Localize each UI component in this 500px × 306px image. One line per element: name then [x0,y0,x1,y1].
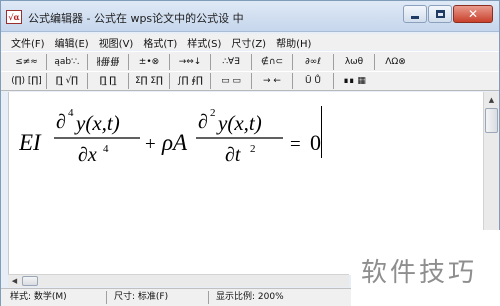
eq-den2-power: 2 [250,143,256,155]
eq-num1-power: 4 [68,107,74,119]
minimize-button[interactable] [403,5,427,23]
maximize-button[interactable] [428,5,452,23]
status-size: 尺寸: 标准(F) [111,291,209,304]
eq-den1-power: 4 [103,143,109,155]
eq-num2-power: 2 [210,107,216,119]
operator-symbols-palette[interactable]: ±•⊗ [129,53,170,70]
status-style: 样式: 数学(M) [7,291,107,304]
horizontal-scrollbar[interactable]: ◀ [8,274,349,287]
scroll-up-arrow-icon[interactable]: ▲ [484,92,499,107]
eq-partial-num1: ∂ [56,111,66,133]
eq-den1-var: ∂x [78,144,97,166]
equation-editor-app-icon[interactable]: √α [6,10,22,24]
scroll-left-arrow-icon[interactable]: ◀ [8,275,21,287]
equation-display: EI ∂ 4 y(x,t) ∂x 4 + ρA ∂ 2 y(x,t) ∂t 2 … [19,107,321,166]
embellishments-palette[interactable]: ∦∰∰ [88,53,129,70]
eq-rho-a: ρA [161,130,188,155]
close-icon: ✕ [467,7,479,21]
minimize-icon [411,15,419,19]
eq-plus: + [145,134,156,155]
spaces-ellipses-palette[interactable]: ąab∵. [47,53,88,70]
logical-symbols-palette[interactable]: ∴∀∃ [211,53,252,70]
eq-rhs: 0 [310,130,321,155]
template-palette-toolbar: (∏) [∏] ∏̲ √∏ ∏̲ ∏̲ Σ∏ Σ∏ ∫∏ ∮∏ ▭ ▭ → ← … [1,71,499,91]
subscript-superscript-palette[interactable]: ∏̲ ∏̲ [88,73,129,89]
menu-file[interactable]: 文件(F) [1,35,50,50]
menu-size[interactable]: 尺寸(Z) [226,35,271,50]
eq-ei: EI [19,130,42,155]
set-theory-palette[interactable]: ∉∩⊂ [252,53,293,70]
eq-partial-num2: ∂ [198,111,208,133]
eq-equals: = [290,134,301,155]
horizontal-scroll-thumb[interactable] [22,276,38,286]
vertical-scroll-thumb[interactable] [485,108,498,133]
status-zoom: 显示比例: 200% [216,292,284,302]
eq-num2-func: y(x,t) [216,111,262,135]
greek-uppercase-palette[interactable]: ΛΩ⊗ [375,54,416,70]
maximize-icon [435,10,445,18]
menu-style[interactable]: 样式(S) [182,35,226,50]
window-title: 公式编辑器 - 公式在 wps论文中的公式设 中 [28,12,244,25]
close-button[interactable]: ✕ [453,5,493,23]
summation-palette[interactable]: Σ∏ Σ∏ [129,73,170,89]
fraction-radical-palette[interactable]: ∏̲ √∏ [47,73,88,89]
underbar-overbar-palette[interactable]: ▭ ▭ [211,73,252,89]
matrix-palette[interactable]: ∎∎ ▦ [334,73,375,89]
title-bar: √α 公式编辑器 - 公式在 wps论文中的公式设 中 ✕ [1,1,499,32]
eq-num1-func: y(x,t) [74,111,120,135]
integral-palette[interactable]: ∫∏ ∮∏ [170,73,211,89]
watermark-text: 软件技巧 [361,258,478,288]
relational-symbols-palette[interactable]: ≤≠≈ [7,53,47,70]
misc-symbols-palette[interactable]: ∂∞ℓ [293,53,334,70]
menu-format[interactable]: 格式(T) [138,35,182,50]
fence-templates-palette[interactable]: (∏) [∏] [7,73,47,89]
window-controls: ✕ [403,5,493,23]
watermark-overlay: 软件技巧 [351,230,500,306]
menu-view[interactable]: 视图(V) [94,35,139,50]
menu-bar: 文件(F) 编辑(E) 视图(V) 格式(T) 样式(S) 尺寸(Z) 帮助(H… [1,34,499,50]
eq-den2-var: ∂t [225,144,241,166]
labeled-arrow-palette[interactable]: → ← [252,73,293,89]
menu-edit[interactable]: 编辑(E) [50,35,94,50]
products-set-palette[interactable]: Ū Ů [293,73,334,89]
text-cursor [321,106,322,158]
arrow-symbols-palette[interactable]: →⇔↓ [170,53,211,70]
greek-lowercase-palette[interactable]: λωθ [334,53,375,70]
symbol-palette-toolbar: ≤≠≈ ąab∵. ∦∰∰ ±•⊗ →⇔↓ ∴∀∃ ∉∩⊂ ∂∞ℓ λωθ ΛΩ… [1,51,499,71]
menu-help[interactable]: 帮助(H) [271,35,316,50]
